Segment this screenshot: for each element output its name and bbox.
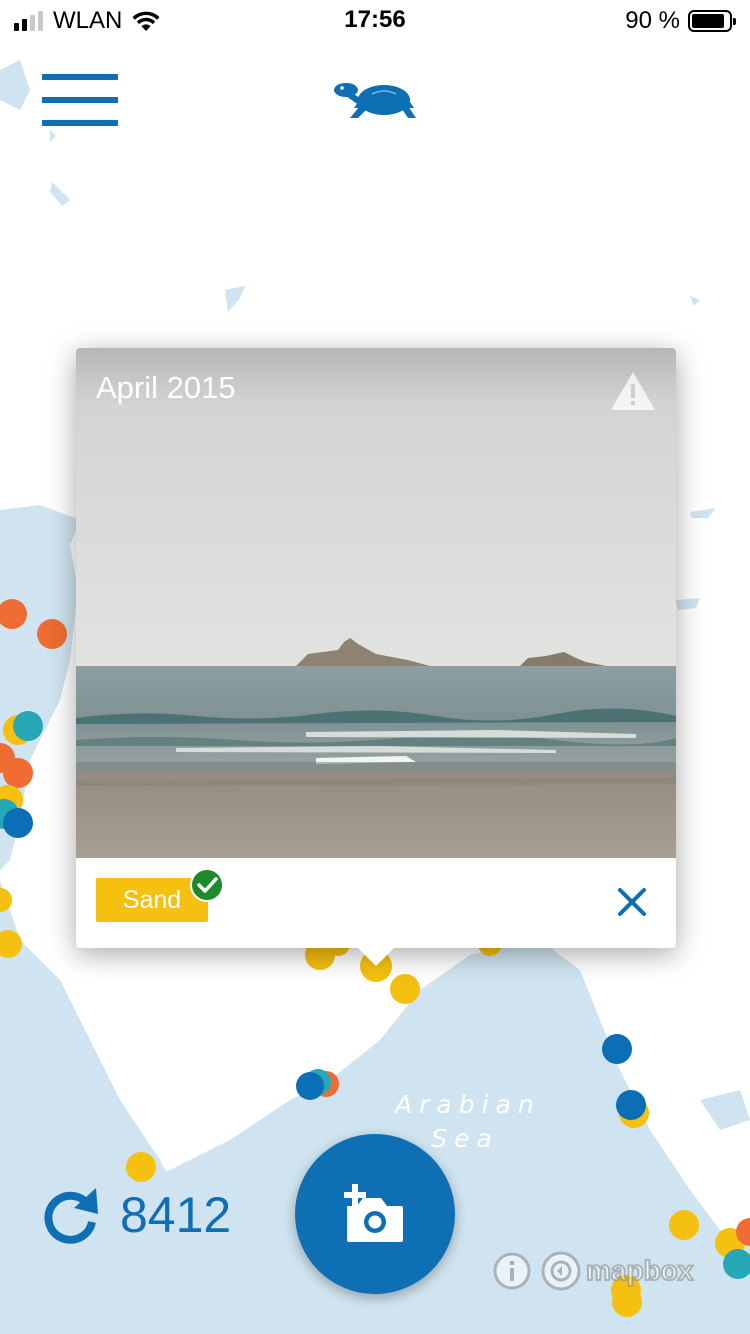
status-bar: WLAN 17:56 90 %	[0, 0, 750, 42]
hamburger-menu-icon[interactable]	[42, 74, 118, 126]
add-photo-icon	[344, 1184, 403, 1242]
battery-percent: 90 %	[625, 7, 680, 34]
check-circle-icon	[190, 868, 224, 902]
beach-photo[interactable]: April 2015	[76, 348, 676, 858]
status-right: 90 %	[625, 6, 736, 36]
map-marker[interactable]	[3, 808, 33, 838]
info-icon[interactable]	[492, 1251, 532, 1291]
refresh-counter[interactable]: 8412	[40, 1182, 231, 1248]
battery-level-fill	[692, 14, 725, 28]
map-marker[interactable]	[3, 758, 33, 788]
map-marker[interactable]	[296, 1072, 324, 1100]
map-marker[interactable]	[616, 1090, 646, 1120]
refresh-icon[interactable]	[40, 1184, 102, 1246]
photo-count: 8412	[120, 1187, 232, 1243]
map-attribution: mapbox	[492, 1250, 694, 1292]
photo-date: April 2015	[96, 370, 236, 405]
map-marker[interactable]	[13, 711, 43, 741]
close-icon[interactable]	[614, 884, 650, 920]
add-photo-button[interactable]	[295, 1134, 455, 1294]
mapbox-wordmark: mapbox	[585, 1254, 694, 1287]
map-marker[interactable]	[669, 1210, 699, 1240]
warning-icon[interactable]	[610, 370, 656, 412]
map-marker[interactable]	[37, 619, 67, 649]
battery-icon	[688, 10, 736, 32]
photo-popup: April 2015 Sand	[76, 348, 676, 948]
map-marker[interactable]	[602, 1034, 632, 1064]
map-marker[interactable]	[390, 974, 420, 1004]
map-label-line-1: Arabian	[395, 1090, 541, 1119]
popup-pointer	[356, 946, 396, 966]
popup-footer: Sand	[76, 858, 676, 948]
mapbox-logo-icon	[541, 1251, 581, 1291]
turtle-logo-icon[interactable]	[332, 78, 418, 122]
map-marker[interactable]	[126, 1152, 156, 1182]
